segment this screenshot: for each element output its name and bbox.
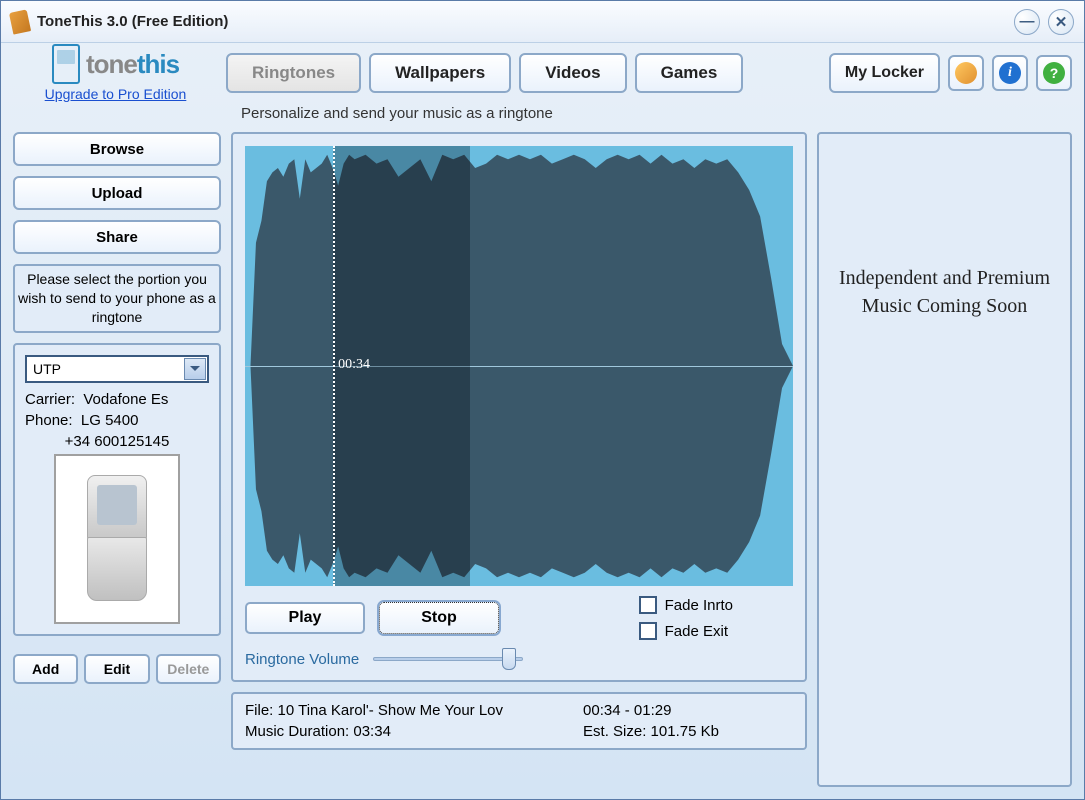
play-button[interactable]: Play [245,602,365,634]
page-subtitle: Personalize and send your music as a rin… [1,103,1084,132]
profile-select[interactable] [25,355,209,383]
phone-image [54,454,180,624]
app-icon [9,9,31,34]
right-panel-text: Independent and Premium Music Coming Soo… [819,264,1070,320]
titlebar: ToneThis 3.0 (Free Edition) — ✕ [1,1,1084,43]
carrier-row: Carrier: Vodafone Es [25,391,209,408]
delete-button[interactable]: Delete [156,654,221,684]
edit-button[interactable]: Edit [84,654,149,684]
volume-row: Ringtone Volume [245,650,793,668]
duration-label: Music Duration: [245,723,349,740]
stop-button[interactable]: Stop [379,602,499,634]
profile-button-row: Add Edit Delete [13,654,221,684]
file-info-panel: File: 10 Tina Karol'- Show Me Your Lov M… [231,692,807,750]
tab-games[interactable]: Games [635,53,744,93]
size-value: 101.75 Kb [651,723,719,740]
brand-text: tonethis [86,49,179,80]
help-icon: ? [1043,62,1065,84]
toolbar: tonethis Upgrade to Pro Edition Ringtone… [1,43,1084,103]
upload-button[interactable]: Upload [13,176,221,210]
time-label: 00:34 [338,357,370,373]
brand-part1: tone [86,49,137,79]
fade-intro-row[interactable]: Fade Inrto [639,596,733,614]
gear-icon [955,62,977,84]
right-panel: Independent and Premium Music Coming Soo… [817,132,1072,787]
file-row: File: 10 Tina Karol'- Show Me Your Lov [245,702,503,719]
upgrade-link[interactable]: Upgrade to Pro Edition [45,86,187,102]
phone-panel: Carrier: Vodafone Es Phone: LG 5400 +34 … [13,343,221,636]
fade-intro-checkbox[interactable] [639,596,657,614]
settings-button[interactable] [948,55,984,91]
size-row: Est. Size: 101.75 Kb [583,723,719,740]
phone-model-row: Phone: LG 5400 [25,412,209,429]
info-icon: i [999,62,1021,84]
carrier-value: Vodafone Es [83,391,168,408]
carrier-label: Carrier: [25,391,75,408]
window-title: ToneThis 3.0 (Free Edition) [37,13,1006,30]
volume-label: Ringtone Volume [245,651,359,668]
tab-wallpapers[interactable]: Wallpapers [369,53,511,93]
logo-block: tonethis Upgrade to Pro Edition [13,44,218,102]
help-button[interactable]: ? [1036,55,1072,91]
tab-videos[interactable]: Videos [519,53,626,93]
main-area: 00:34 Play Stop Fade Inrto Fade Exit [231,132,807,787]
body: Browse Upload Share Please select the po… [1,132,1084,799]
fade-exit-checkbox[interactable] [639,622,657,640]
phone-number: +34 600125145 [25,433,209,450]
fade-exit-row[interactable]: Fade Exit [639,622,733,640]
waveform-panel: 00:34 Play Stop Fade Inrto Fade Exit [231,132,807,682]
playhead[interactable] [333,146,335,586]
file-label: File: [245,702,273,719]
sidebar: Browse Upload Share Please select the po… [13,132,221,787]
waveform[interactable]: 00:34 [245,146,793,586]
share-button[interactable]: Share [13,220,221,254]
fade-intro-label: Fade Inrto [665,597,733,614]
instruction-panel: Please select the portion you wish to se… [13,264,221,333]
minimize-button[interactable]: — [1014,9,1040,35]
info-button[interactable]: i [992,55,1028,91]
fade-exit-label: Fade Exit [665,623,728,640]
my-locker-button[interactable]: My Locker [829,53,940,93]
brand-part2: this [137,49,179,79]
controls-row: Play Stop Fade Inrto Fade Exit [245,596,793,640]
waveform-midline [245,366,793,367]
phone-model-value: LG 5400 [81,412,139,429]
file-name: 10 Tina Karol'- Show Me Your Lov [278,702,504,719]
size-label: Est. Size: [583,723,646,740]
duration-row: Music Duration: 03:34 [245,723,503,740]
volume-thumb[interactable] [502,648,516,670]
phone-illustration [87,475,147,603]
volume-slider[interactable] [373,650,523,668]
app-window: ToneThis 3.0 (Free Edition) — ✕ tonethis… [0,0,1085,800]
duration-value: 03:34 [353,723,391,740]
browse-button[interactable]: Browse [13,132,221,166]
tab-ringtones[interactable]: Ringtones [226,53,361,93]
close-button[interactable]: ✕ [1048,9,1074,35]
add-button[interactable]: Add [13,654,78,684]
phone-label: Phone: [25,412,73,429]
profile-select-wrap [25,355,209,383]
phone-icon [52,44,80,84]
selection-range: 00:34 - 01:29 [583,702,719,719]
